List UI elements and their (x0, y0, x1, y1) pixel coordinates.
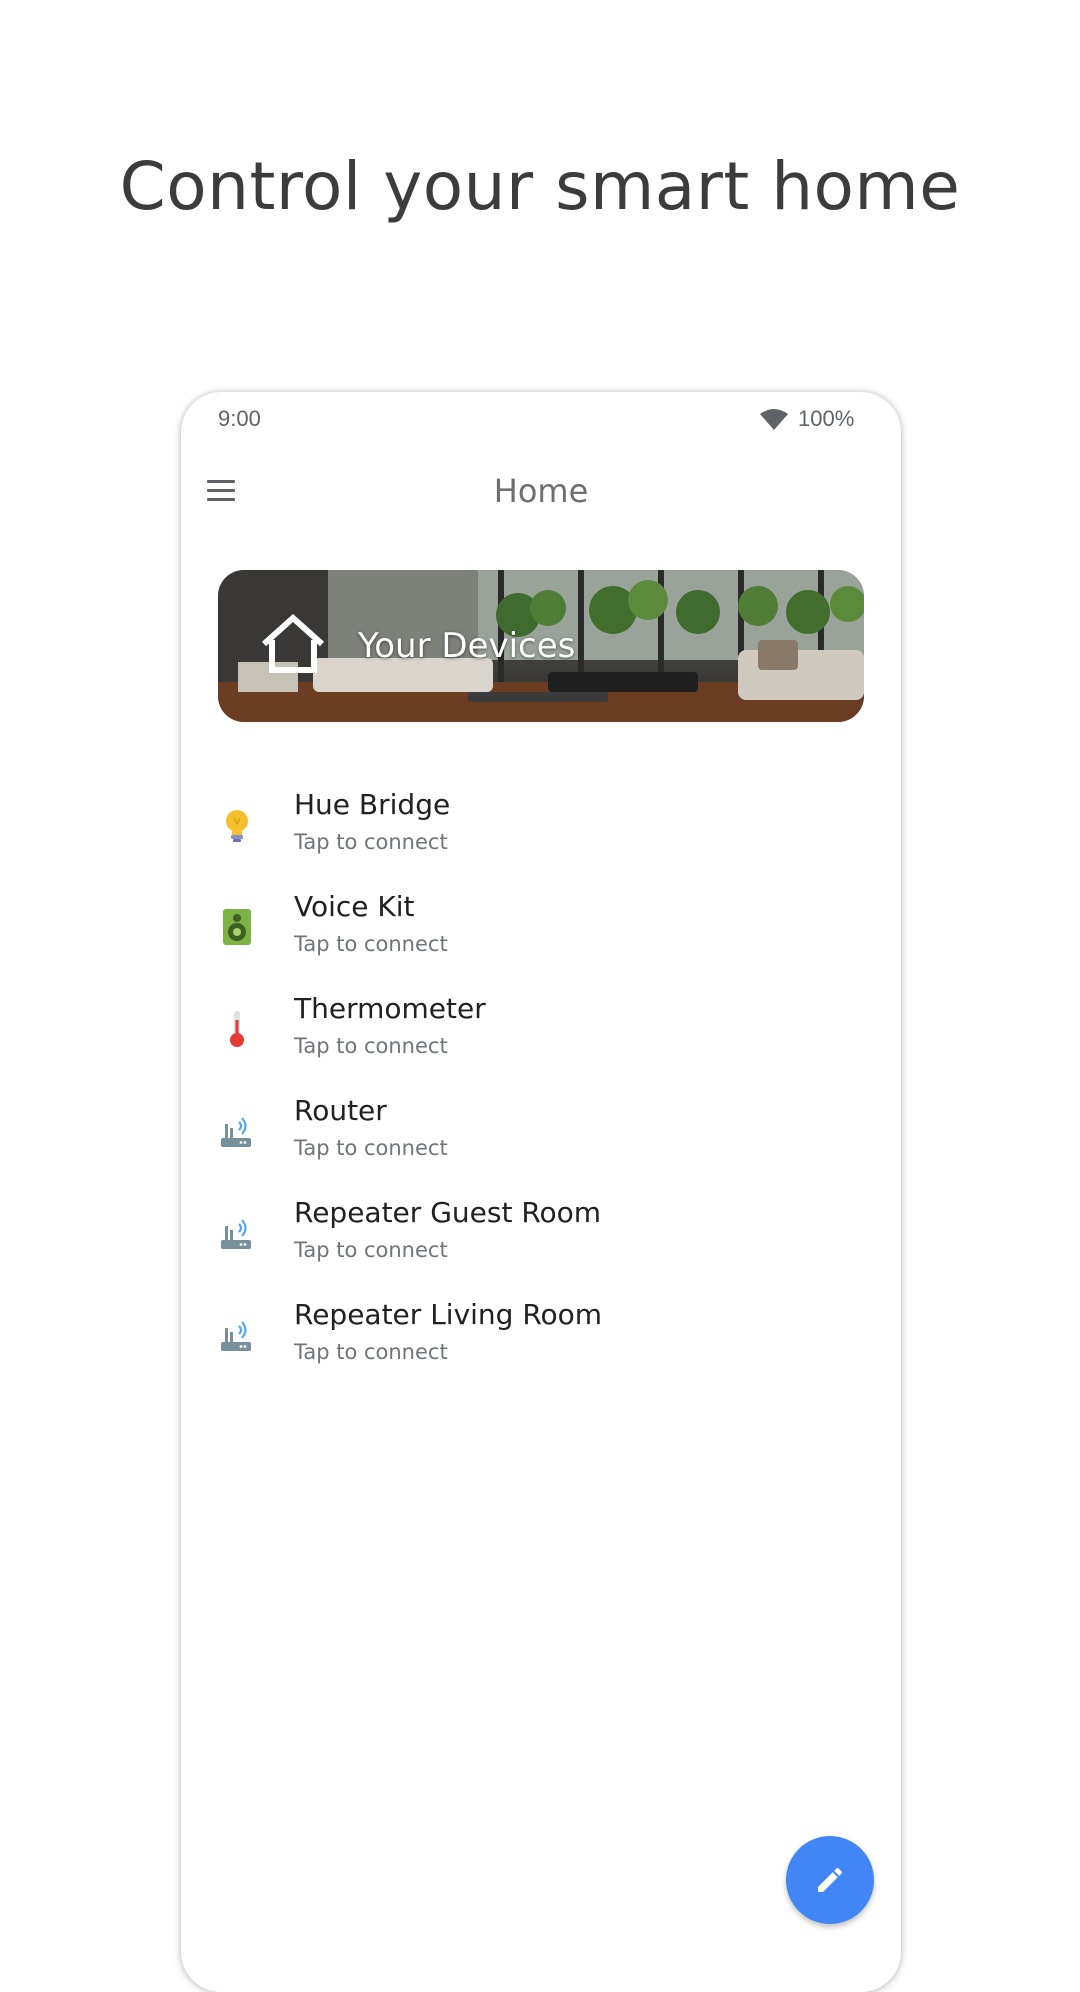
device-name: Router (294, 1094, 387, 1127)
app-bar: Home (181, 448, 901, 536)
device-item-hue-bridge[interactable]: Hue Bridge Tap to connect (181, 776, 901, 878)
battery-level: 100% (798, 406, 855, 431)
device-item-repeater-guest-room[interactable]: Repeater Guest Room Tap to connect (181, 1184, 901, 1286)
router-icon (221, 1117, 251, 1147)
router-icon (221, 1321, 251, 1351)
device-item-thermometer[interactable]: Thermometer Tap to connect (181, 980, 901, 1082)
status-time: 9:00 (218, 406, 261, 431)
device-name: Hue Bridge (294, 788, 451, 821)
device-item-repeater-living-room[interactable]: Repeater Living Room Tap to connect (181, 1286, 901, 1388)
device-status: Tap to connect (294, 1136, 448, 1160)
edit-pencil-icon (818, 1867, 843, 1892)
home-icon (261, 614, 325, 673)
banner-title: Your Devices (358, 626, 576, 666)
device-status: Tap to connect (294, 932, 448, 956)
device-name: Repeater Living Room (294, 1298, 603, 1331)
your-devices-banner[interactable]: Your Devices (218, 570, 864, 722)
lightbulb-icon (226, 810, 248, 842)
router-icon (221, 1219, 251, 1249)
device-status: Tap to connect (294, 1238, 448, 1262)
wifi-icon (760, 409, 788, 430)
device-status: Tap to connect (294, 1034, 448, 1058)
thermometer-icon (230, 1011, 244, 1047)
headline: Control your smart home (119, 148, 961, 225)
status-bar: 9:00 100% (181, 392, 901, 448)
device-item-voice-kit[interactable]: Voice Kit Tap to connect (181, 878, 901, 980)
device-item-router[interactable]: Router Tap to connect (181, 1082, 901, 1184)
device-status: Tap to connect (294, 830, 448, 854)
page-title: Home (493, 472, 589, 510)
phone-frame: 9:00 100% Home Your Devices Hue Bridge T… (181, 392, 901, 1992)
speaker-icon (223, 909, 251, 945)
device-name: Voice Kit (294, 890, 415, 923)
device-status: Tap to connect (294, 1340, 448, 1364)
device-name: Repeater Guest Room (294, 1196, 602, 1229)
device-name: Thermometer (294, 992, 486, 1025)
edit-fab-button[interactable] (786, 1836, 874, 1924)
